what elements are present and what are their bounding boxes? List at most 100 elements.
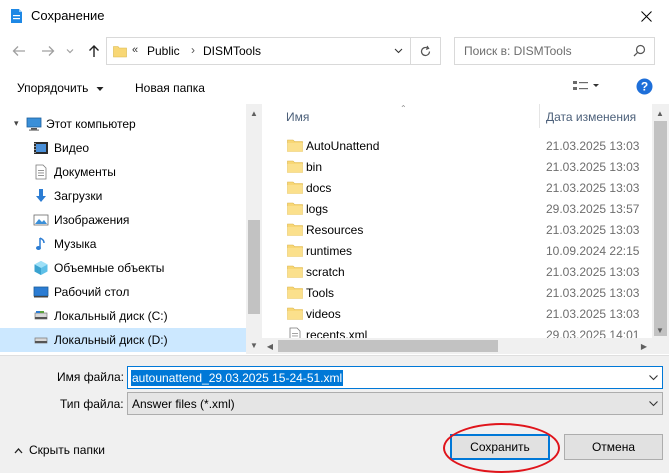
folder-icon [287, 139, 303, 152]
scroll-right-arrow[interactable]: ▶ [636, 338, 652, 354]
nav-item-label: Музыка [54, 237, 97, 251]
arrow-up-icon [89, 45, 99, 57]
filename-field[interactable]: autounattend_29.03.2025 15-24-51.xml [127, 366, 663, 389]
file-list: ⌃ Имя Дата изменения AutoUnattend 21.03.2… [262, 104, 669, 354]
folder-icon [287, 307, 303, 320]
scroll-up-arrow[interactable]: ▲ [652, 105, 668, 121]
file-date: 21.03.2025 13:03 [546, 265, 640, 279]
nav-item-label: Видео [54, 141, 90, 155]
nav-item-3d-objects[interactable]: Объемные объекты [0, 256, 246, 280]
file-row[interactable]: Tools 21.03.2025 13:03 [262, 282, 652, 303]
navigation-pane: ▾ Этот компьютер Видео Документы Загрузк… [0, 104, 262, 354]
scroll-up-arrow[interactable]: ▲ [246, 105, 262, 121]
file-row[interactable]: scratch 21.03.2025 13:03 [262, 261, 652, 282]
file-date: 21.03.2025 13:03 [546, 223, 640, 237]
file-list-horizontal-scrollbar[interactable]: ◀ ▶ [262, 338, 652, 354]
title-bar: Сохранение [0, 0, 669, 32]
address-dropdown[interactable] [389, 42, 407, 60]
overflow-marker[interactable]: « [132, 44, 138, 56]
help-button[interactable]: ? [636, 78, 653, 98]
scrollbar-thumb[interactable] [654, 121, 667, 336]
file-name: videos [306, 307, 341, 321]
arrow-left-icon [12, 46, 25, 56]
arrow-right-icon [42, 46, 55, 56]
file-name: scratch [306, 265, 345, 279]
file-row[interactable]: bin 21.03.2025 13:03 [262, 156, 652, 177]
command-toolbar: Упорядочить Новая папка ? [0, 72, 669, 104]
save-button[interactable]: Сохранить [450, 434, 550, 460]
nav-item-this-pc[interactable]: ▾ Этот компьютер [0, 112, 246, 136]
nav-item-pictures[interactable]: Изображения [0, 208, 246, 232]
new-folder-button[interactable]: Новая папка [135, 81, 205, 95]
file-list-scrollbar[interactable]: ▲ ▼ [652, 104, 669, 354]
recent-locations-button[interactable] [60, 41, 80, 61]
organize-button[interactable]: Упорядочить [17, 81, 104, 95]
svg-text:?: ? [641, 80, 648, 94]
folder-icon [287, 160, 303, 173]
forward-button[interactable] [38, 41, 58, 61]
scrollbar-thumb[interactable] [248, 220, 260, 314]
scroll-left-arrow[interactable]: ◀ [262, 338, 278, 354]
folder-icon [287, 202, 303, 215]
cancel-button[interactable]: Отмена [564, 434, 663, 460]
refresh-button[interactable] [410, 38, 440, 64]
nav-item-label: Локальный диск (D:) [54, 333, 168, 347]
nav-item-label: Локальный диск (C:) [54, 309, 168, 323]
nav-item-label: Документы [54, 165, 116, 179]
file-row[interactable]: Resources 21.03.2025 13:03 [262, 219, 652, 240]
filename-value[interactable]: autounattend_29.03.2025 15-24-51.xml [131, 370, 344, 386]
chevron-down-icon[interactable] [648, 371, 659, 384]
nav-item-videos[interactable]: Видео [0, 136, 246, 160]
nav-item-downloads[interactable]: Загрузки [0, 184, 246, 208]
file-row[interactable]: docs 21.03.2025 13:03 [262, 177, 652, 198]
file-name: logs [306, 202, 329, 216]
search-field[interactable]: Поиск в: DISMTools [454, 37, 655, 65]
close-button[interactable] [623, 0, 669, 32]
scrollbar-thumb[interactable] [278, 340, 498, 352]
help-icon: ? [636, 78, 653, 95]
folder-icon [287, 265, 303, 278]
scroll-down-arrow[interactable]: ▼ [246, 337, 262, 353]
file-date: 21.03.2025 13:03 [546, 286, 640, 300]
organize-label: Упорядочить [17, 81, 89, 95]
expander-icon[interactable]: ▾ [14, 118, 19, 129]
nav-item-desktop[interactable]: Рабочий стол [0, 280, 246, 304]
breadcrumb-public[interactable]: Public [147, 44, 180, 58]
up-button[interactable] [84, 41, 104, 61]
sort-indicator-icon: ⌃ [400, 104, 407, 113]
file-row[interactable]: logs 29.03.2025 13:57 [262, 198, 652, 219]
file-date: 29.03.2025 13:57 [546, 202, 640, 216]
nav-item-music[interactable]: Музыка [0, 232, 246, 256]
column-name[interactable]: Имя [286, 110, 309, 124]
file-name: AutoUnattend [306, 139, 380, 153]
file-date: 21.03.2025 13:03 [546, 139, 640, 153]
file-row[interactable]: AutoUnattend 21.03.2025 13:03 [262, 135, 652, 156]
file-date: 21.03.2025 13:03 [546, 160, 640, 174]
close-icon [640, 10, 652, 22]
nav-item-drive-c[interactable]: Локальный диск (C:) [0, 304, 246, 328]
folder-icon [287, 181, 303, 194]
breadcrumb-dismtools[interactable]: DISMTools [203, 44, 261, 58]
column-divider[interactable] [539, 104, 540, 128]
file-name: docs [306, 181, 332, 195]
pictures-icon [33, 214, 49, 226]
scrollbar-corner [652, 338, 669, 354]
address-bar[interactable]: « Public › DISMTools [106, 37, 441, 65]
nav-item-documents[interactable]: Документы [0, 160, 246, 184]
column-date[interactable]: Дата изменения [546, 110, 636, 124]
back-button[interactable] [9, 41, 29, 61]
filetype-select[interactable]: Answer files (*.xml) [127, 392, 663, 415]
folder-icon [287, 223, 303, 236]
chevron-down-icon [394, 48, 402, 54]
music-icon [36, 237, 45, 250]
file-name: Tools [306, 286, 335, 300]
view-options-button[interactable] [572, 78, 602, 97]
file-name: Resources [306, 223, 364, 237]
hide-folders-button[interactable]: Скрыть папки [14, 443, 105, 457]
chevron-up-icon [14, 448, 23, 454]
file-row[interactable]: runtimes 10.09.2024 22:15 [262, 240, 652, 261]
nav-item-drive-d[interactable]: Локальный диск (D:) [0, 328, 246, 352]
file-row[interactable]: videos 21.03.2025 13:03 [262, 303, 652, 324]
scroll-down-arrow[interactable]: ▼ [652, 322, 668, 338]
nav-pane-scrollbar[interactable]: ▲ ▼ [246, 104, 262, 354]
